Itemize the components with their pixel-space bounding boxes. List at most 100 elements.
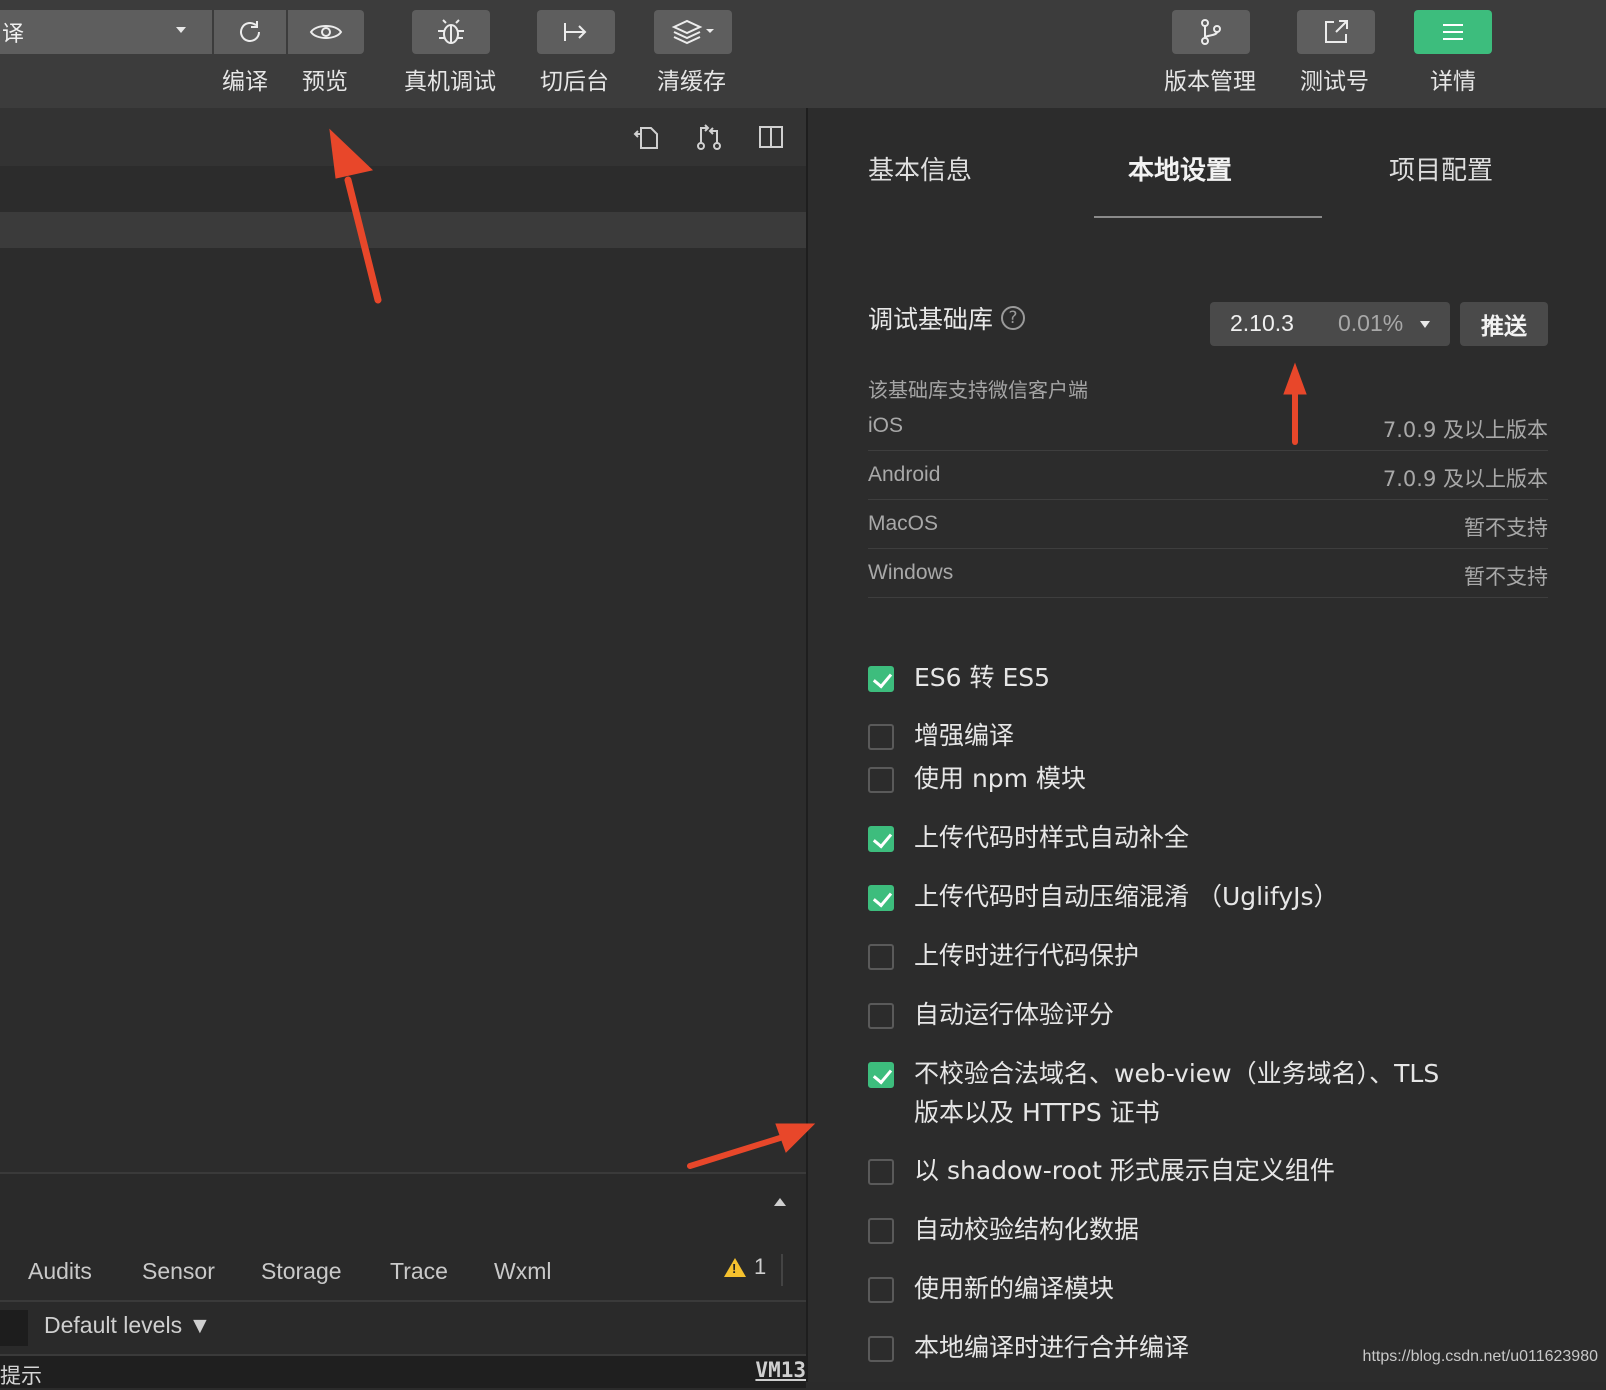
option-label: 上传时进行代码保护 (914, 941, 1140, 970)
support-os: Android (868, 463, 941, 486)
devtools-tab-storage[interactable]: Storage (261, 1258, 342, 1285)
top-toolbar: 译 编译 预览 真机调试 切后台 清缓存 版本管理 测试号 详情 (0, 0, 1606, 108)
details-label: 详情 (1430, 69, 1476, 95)
checkbox[interactable] (868, 1336, 894, 1362)
layers-icon (671, 19, 714, 45)
debug-lib-select[interactable]: 2.10.3 0.01% (1210, 302, 1450, 346)
remote-debug-label: 真机调试 (404, 69, 496, 95)
console-message-row: 提示 VM13 (0, 1356, 806, 1388)
option-style-autoprefix[interactable]: 上传代码时样式自动补全 (868, 823, 1189, 857)
option-minify-uglifyjs[interactable]: 上传代码时自动压缩混淆 （UglifyJs） (868, 882, 1339, 916)
console-filter-input[interactable] (0, 1310, 28, 1346)
editor-tab-bar (0, 108, 806, 166)
git-compare-icon[interactable] (694, 122, 724, 152)
chevron-down-icon (176, 27, 186, 33)
option-label-line2: 版本以及 HTTPS 证书 (914, 1098, 1160, 1127)
collapse-arrow-icon[interactable] (774, 1198, 786, 1206)
editor-line (0, 166, 806, 208)
file-compare-icon[interactable] (632, 122, 662, 152)
option-label: 以 shadow-root 形式展示自定义组件 (914, 1156, 1335, 1185)
preview-button[interactable] (288, 10, 364, 54)
editor-pane: Audits Sensor Storage Trace Wxml ! 1 Def… (0, 108, 806, 1388)
clear-cache-button[interactable] (654, 10, 732, 54)
warning-count: 1 (754, 1254, 767, 1279)
option-structured-data[interactable]: 自动校验结构化数据 (868, 1215, 1139, 1249)
support-version: 暂不支持 (1464, 516, 1548, 540)
switch-background-icon (564, 23, 587, 41)
test-account-button[interactable] (1297, 10, 1375, 54)
option-label: 使用 npm 模块 (914, 764, 1086, 793)
option-enhanced-compile[interactable]: 增强编译 (868, 721, 1014, 755)
option-label: 自动校验结构化数据 (914, 1215, 1140, 1244)
help-icon[interactable]: ? (1001, 306, 1026, 330)
support-version: 7.0.9 及以上版本 (1382, 418, 1548, 442)
option-shadow-root[interactable]: 以 shadow-root 形式展示自定义组件 (868, 1156, 1335, 1190)
checkbox[interactable] (868, 1277, 894, 1303)
watermark: https://blog.csdn.net/u011623980 (1362, 1348, 1598, 1365)
option-label: ES6 转 ES5 (914, 663, 1051, 692)
external-link-icon (1325, 20, 1348, 43)
branch-icon (1201, 19, 1221, 45)
option-label: 增强编译 (914, 721, 1015, 750)
warning-icon: ! (724, 1257, 746, 1277)
log-levels-select[interactable]: Default levels ▼ (44, 1312, 211, 1339)
option-label: 不校验合法域名、web-view（业务域名）、TLS (914, 1059, 1440, 1088)
option-label: 自动运行体验评分 (914, 1000, 1115, 1029)
remote-debug-button[interactable] (412, 10, 490, 54)
checkbox[interactable] (868, 767, 894, 793)
split-view-icon[interactable] (756, 122, 786, 152)
warning-counter[interactable]: ! 1 (724, 1254, 766, 1280)
tab-local-settings[interactable]: 本地设置 (1128, 150, 1232, 187)
checkbox[interactable] (868, 944, 894, 970)
console-filter-row: Default levels ▼ (0, 1300, 806, 1356)
active-tab-indicator (1094, 216, 1322, 218)
compile-mode-select[interactable]: 译 (0, 10, 212, 54)
devtools-tab-audits[interactable]: Audits (28, 1258, 92, 1285)
option-code-protect[interactable]: 上传时进行代码保护 (868, 941, 1139, 975)
version-control-button[interactable] (1172, 10, 1250, 54)
checkbox[interactable] (868, 1159, 894, 1185)
option-label: 上传代码时样式自动补全 (914, 823, 1190, 852)
support-title: 该基础库支持微信客户端 (868, 378, 1088, 402)
checkbox[interactable] (868, 826, 894, 852)
debug-lib-label: 调试基础库 (868, 305, 994, 334)
console-source-link[interactable]: VM13 (755, 1358, 806, 1382)
devtools-tab-wxml[interactable]: Wxml (494, 1258, 551, 1285)
refresh-icon (240, 21, 260, 42)
compile-button[interactable] (214, 10, 286, 54)
details-panel: 基本信息 本地设置 项目配置 调试基础库 ? 2.10.3 0.01% 推送 该… (808, 108, 1606, 1382)
support-version: 7.0.9 及以上版本 (1382, 467, 1548, 491)
menu-icon (1443, 24, 1463, 40)
preview-label: 预览 (302, 69, 348, 95)
devtools-tab-sensor[interactable]: Sensor (142, 1258, 215, 1285)
checkbox[interactable] (868, 666, 894, 692)
tab-basic-info[interactable]: 基本信息 (868, 150, 972, 187)
details-button[interactable] (1414, 10, 1492, 54)
option-merge-compile[interactable]: 本地编译时进行合并编译 (868, 1333, 1189, 1367)
checkbox[interactable] (868, 1003, 894, 1029)
compile-mode-value: 译 (2, 22, 25, 47)
support-os: iOS (868, 414, 904, 437)
option-skip-domain-check[interactable]: 不校验合法域名、web-view（业务域名）、TLS 版本以及 HTTPS 证书 (868, 1059, 1439, 1132)
option-npm-module[interactable]: 使用 npm 模块 (868, 764, 1086, 798)
push-button[interactable]: 推送 (1460, 302, 1548, 346)
option-new-compiler[interactable]: 使用新的编译模块 (868, 1274, 1114, 1308)
compile-label: 编译 (222, 69, 268, 95)
support-version: 暂不支持 (1464, 565, 1548, 589)
debug-lib-percent: 0.01% (1338, 310, 1404, 336)
support-os: MacOS (868, 512, 939, 535)
devtools-tab-trace[interactable]: Trace (390, 1258, 448, 1285)
checkbox[interactable] (868, 1062, 894, 1088)
switch-background-button[interactable] (537, 10, 615, 54)
support-os: Windows (868, 561, 954, 584)
checkbox[interactable] (868, 724, 894, 750)
option-es6-to-es5[interactable]: ES6 转 ES5 (868, 663, 1050, 697)
option-auto-audit[interactable]: 自动运行体验评分 (868, 1000, 1114, 1034)
tab-project-config[interactable]: 项目配置 (1389, 150, 1493, 187)
option-label: 上传代码时自动压缩混淆 （UglifyJs） (914, 882, 1339, 911)
switch-background-label: 切后台 (540, 69, 609, 95)
checkbox[interactable] (868, 885, 894, 911)
version-control-label: 版本管理 (1164, 69, 1256, 95)
checkbox[interactable] (868, 1218, 894, 1244)
debug-lib-version: 2.10.3 (1230, 310, 1294, 336)
